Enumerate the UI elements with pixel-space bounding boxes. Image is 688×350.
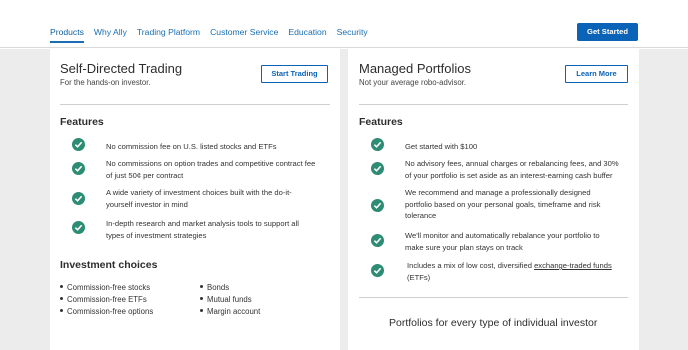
product-tabs: Products Why Ally Trading Platform Custo… — [50, 27, 378, 43]
feature-line: We'll monitor and automatically rebalanc… — [405, 231, 600, 240]
tab-trading-platform[interactable]: Trading Platform — [137, 27, 200, 43]
feature-line: portfolio based on your personal goals, … — [405, 199, 601, 209]
check-circle-icon — [72, 221, 85, 234]
list-item-label: Mutual funds — [207, 295, 252, 304]
list-item-label: Margin account — [207, 307, 261, 316]
check-circle-icon — [72, 162, 85, 175]
feature-line: In-depth research and market analysis to… — [106, 219, 299, 228]
features-heading: Features — [359, 116, 403, 128]
check-circle-icon — [371, 138, 384, 151]
portfolios-heading: Portfolios for every type of individual … — [389, 317, 598, 329]
check-circle-icon — [72, 192, 85, 205]
bullet — [60, 309, 63, 313]
features-heading: Features — [60, 116, 104, 128]
bullet — [200, 285, 203, 289]
list-item: Commission-free options — [60, 307, 153, 316]
get-started-button[interactable]: Get Started — [577, 23, 638, 41]
divider — [60, 104, 330, 105]
feature-line: yourself investor in mind — [106, 199, 188, 209]
managed-portfolios-card: Managed Portfolios Not your average robo… — [348, 49, 639, 350]
bullet — [60, 285, 63, 289]
etf-link[interactable]: exchange-traded funds — [534, 261, 612, 270]
feature-text: Includes a mix of low cost, diversified — [407, 261, 532, 270]
list-item-label: Commission-free stocks — [67, 283, 151, 292]
tab-security[interactable]: Security — [337, 27, 368, 43]
bullet — [200, 309, 203, 313]
feature-line: of your portfolio is set aside as an int… — [405, 170, 613, 180]
list-item-label: Commission-free options — [67, 307, 154, 316]
feature-line: types of investment strategies — [106, 230, 207, 240]
list-item: Commission-free stocks — [60, 283, 150, 292]
list-item: Bonds — [200, 283, 229, 292]
tab-education[interactable]: Education — [288, 27, 326, 43]
bullet — [60, 297, 63, 301]
feature-line: No advisory fees, annual charges or reba… — [405, 159, 619, 168]
check-circle-icon — [371, 264, 384, 277]
feature-line: No commission fee on U.S. listed stocks … — [106, 142, 277, 151]
list-item: Mutual funds — [200, 295, 252, 304]
list-item-label: Commission-free ETFs — [67, 295, 147, 304]
card-subtitle: For the hands-on investor. — [60, 78, 151, 87]
list-item: Commission-free ETFs — [60, 295, 147, 304]
list-item-label: Bonds — [207, 283, 230, 292]
feature-line: make sure your plan stays on track — [405, 242, 523, 252]
tab-customer-service[interactable]: Customer Service — [210, 27, 278, 43]
card-title: Managed Portfolios — [359, 61, 472, 76]
bullet — [200, 297, 203, 301]
feature-line: A wide variety of investment choices bui… — [106, 188, 292, 197]
check-circle-icon — [371, 162, 384, 175]
feature-line: (ETFs) — [407, 272, 431, 282]
divider — [359, 104, 628, 105]
list-item: Margin account — [200, 307, 260, 316]
start-trading-button[interactable]: Start Trading — [261, 65, 328, 83]
check-circle-icon — [72, 138, 85, 151]
feature-line: of just 50¢ per contract — [106, 170, 184, 180]
feature-line: tolerance — [405, 211, 437, 220]
card-subtitle: Not your average robo-advisor. — [359, 78, 467, 87]
check-circle-icon — [371, 199, 384, 212]
feature-line: Get started with $100 — [405, 142, 478, 151]
divider — [359, 297, 628, 298]
top-navigation: Products Why Ally Trading Platform Custo… — [0, 0, 688, 48]
tab-why-ally[interactable]: Why Ally — [94, 27, 127, 43]
investment-choices-heading: Investment choices — [60, 259, 158, 271]
feature-line: No commissions on option trades and comp… — [106, 159, 316, 168]
feature-line: We recommend and manage a professionally… — [405, 188, 591, 197]
card-title: Self-Directed Trading — [60, 61, 183, 76]
tab-products[interactable]: Products — [50, 27, 84, 43]
feature-line: Includes a mix of low cost, diversified … — [407, 260, 637, 272]
self-directed-trading-card: Self-Directed Trading For the hands-on i… — [50, 49, 340, 350]
check-circle-icon — [371, 234, 384, 247]
learn-more-button[interactable]: Learn More — [565, 65, 628, 83]
